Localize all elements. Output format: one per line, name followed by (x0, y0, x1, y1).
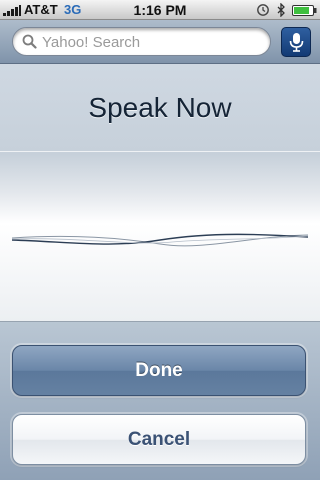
clock: 1:16 PM (133, 2, 187, 18)
search-icon (22, 34, 37, 49)
search-input[interactable] (42, 32, 262, 52)
voice-search-button[interactable] (281, 27, 311, 57)
battery-icon (292, 5, 317, 16)
speak-now-title: Speak Now (88, 92, 232, 123)
action-area: Done Cancel (0, 322, 320, 480)
waveform-icon (12, 233, 308, 247)
microphone-icon (289, 33, 304, 52)
lock-icon (257, 4, 269, 16)
bluetooth-icon (277, 3, 285, 17)
status-bar: AT&T 3G 1:16 PM (0, 0, 320, 20)
done-button[interactable]: Done (12, 345, 306, 396)
search-field[interactable] (12, 27, 271, 56)
search-bar (0, 20, 320, 64)
panel-divider (0, 151, 320, 152)
cancel-button[interactable]: Cancel (12, 414, 306, 465)
speak-panel: Speak Now (0, 64, 320, 322)
voice-search-screen: AT&T 3G 1:16 PM Yahoo! Search Speak Now … (0, 0, 320, 480)
